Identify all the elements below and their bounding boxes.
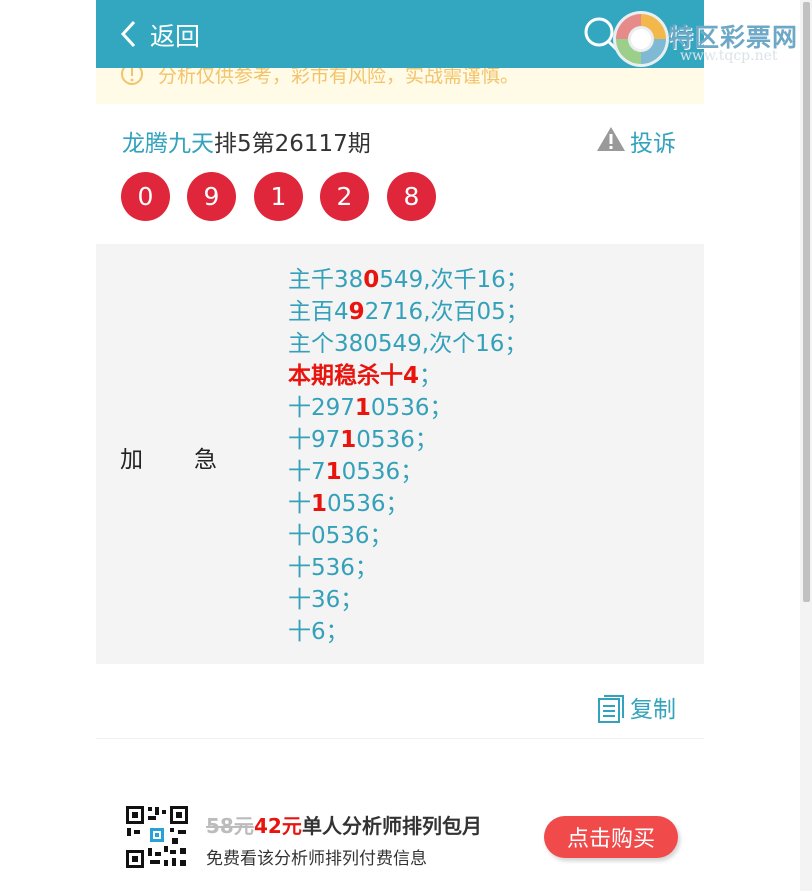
author-link[interactable]: 龙腾九天 [122,131,214,157]
result-ball: 9 [187,172,236,221]
post-title: 龙腾九天排5第26117期 [122,124,371,158]
analysis-line: 主个380549,次个16； [288,331,528,357]
sale-price: 42元 [254,814,302,838]
analysis-line: 十536； [288,555,378,581]
original-price: 58元 [206,814,254,838]
analysis-line: 本期稳杀十4； [288,363,443,389]
analysis-panel: 加急 主千380549,次千16； 主百492716,次百05； 主个38054… [96,244,704,664]
analysis-line: 十36； [288,587,364,613]
scrollbar-thumb[interactable] [803,2,810,602]
complain-label: 投诉 [630,131,676,157]
result-ball: 2 [320,172,369,221]
analysis-line: 十29710536； [288,395,453,421]
promo-title: 单人分析师排列包月 [302,814,482,838]
site-logo-icon [613,11,669,67]
analysis-line: 主千380549,次千16； [288,267,529,293]
tag-char: 加 [120,447,143,473]
buy-button[interactable]: 点击购买 [544,816,678,858]
copy-label: 复制 [630,697,676,723]
result-balls: 0 9 1 2 8 [121,172,451,222]
analysis-line: 主百492716,次百05； [288,299,529,325]
warning-icon [597,127,625,151]
analysis-line: 十6； [288,619,349,645]
watermark-url: www.tqcp.net [680,48,778,64]
result-ball: 1 [254,172,303,221]
back-button[interactable]: 返回 [150,17,200,53]
result-ball: 0 [121,172,170,221]
result-ball: 8 [387,172,436,221]
info-icon [121,68,143,85]
risk-notice: 分析仅供参考，彩市有风险，实战需谨慎。 [96,68,704,104]
promo-subtitle: 免费看该分析师排列付费信息 [206,849,427,869]
chevron-left-icon[interactable] [118,18,140,50]
qr-code-icon [124,804,190,870]
analysis-line: 十710536； [288,459,424,485]
notice-text: 分析仅供参考，彩市有风险，实战需谨慎。 [158,68,520,87]
analysis-line: 十0536； [288,523,393,549]
analysis-lines: 主千380549,次千16； 主百492716,次百05； 主个380549,次… [288,264,529,648]
site-watermark: 特区彩票网 www.tqcp.net [610,8,810,68]
promo-banner: 58元 42元 单人分析师排列包月 免费看该分析师排列付费信息 点击购买 [96,790,704,880]
analysis-line: 十10536； [288,491,409,517]
issue-label: 排5第26117期 [214,131,371,157]
divider [96,738,704,739]
analysis-line: 十9710536； [288,427,438,453]
tag-char: 急 [194,447,217,473]
copy-icon [598,695,624,723]
urgent-tag: 加急 [120,440,268,474]
